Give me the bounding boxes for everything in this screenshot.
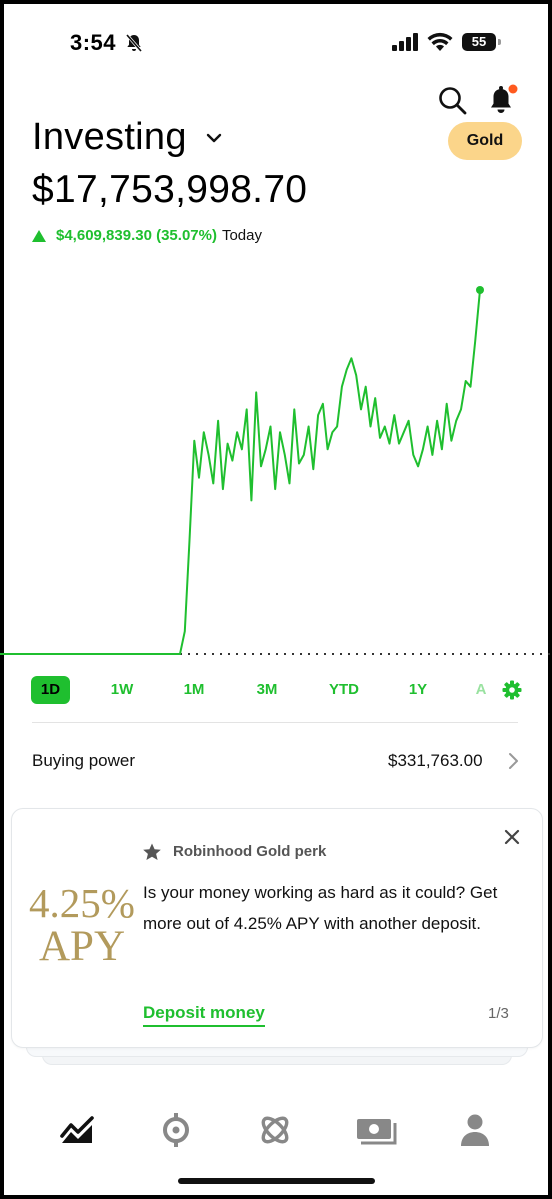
range-ytd[interactable]: YTD [322,676,366,704]
close-icon[interactable] [504,829,520,845]
range-all[interactable]: A [470,676,492,704]
change-amount: $4,609,839.30 (35.07%) [56,227,217,244]
page-title[interactable]: Investing [32,116,187,159]
divider [32,722,518,723]
perk-description: Is your money working as hard as it coul… [143,883,498,933]
screen-frame-top [0,0,552,4]
apy-percent: 4.25% [29,880,135,926]
account-icon[interactable] [455,1110,495,1150]
notification-dot [508,84,518,94]
range-3m[interactable]: 3M [248,676,286,704]
buying-power-value[interactable]: $331,763.00 [388,751,483,771]
portfolio-chart[interactable] [0,280,552,660]
crypto-icon[interactable] [156,1110,196,1150]
signal-icon [392,33,418,51]
up-arrow-icon [32,229,46,242]
range-1m[interactable]: 1M [175,676,213,704]
bell-icon[interactable] [486,82,520,118]
investing-icon[interactable] [58,1110,98,1150]
range-selector: 1D 1W 1M 3M YTD 1Y A [0,676,552,706]
apy-graphic: 4.25% APY [22,881,142,969]
portfolio-change: $4,609,839.30 (35.07%) Today [32,227,262,244]
portfolio-value: $17,753,998.70 [32,168,308,211]
deposit-money-link[interactable]: Deposit money [143,1003,265,1027]
wifi-icon [427,32,453,51]
change-period: Today [221,227,262,244]
card-pager: 1/3 [488,1005,509,1022]
range-1w[interactable]: 1W [103,676,141,704]
range-1y[interactable]: 1Y [400,676,436,704]
gold-badge[interactable]: Gold [448,122,522,160]
apy-label: APY [38,923,126,970]
perk-label: Robinhood Gold perk [173,843,327,860]
home-indicator [178,1178,375,1184]
ai-icon[interactable] [255,1110,295,1150]
cash-icon[interactable] [355,1110,399,1150]
search-icon[interactable] [436,84,470,118]
chart-series-line [0,289,481,655]
screen-frame-bottom [0,1195,552,1199]
chart-current-point [476,286,484,294]
gold-perk-card[interactable]: 4.25% APY Robinhood Gold perk Is your mo… [11,808,543,1048]
star-icon [143,843,161,860]
chevron-down-icon[interactable] [206,132,222,144]
gear-icon[interactable] [502,680,522,700]
battery-icon: 55 [462,33,496,51]
buying-power-label[interactable]: Buying power [32,751,135,771]
status-time: 3:54 [70,30,117,55]
bell-slash-icon [125,34,143,52]
range-1d[interactable]: 1D [31,676,70,704]
battery-cap [498,39,501,45]
chevron-right-icon[interactable] [507,752,519,770]
